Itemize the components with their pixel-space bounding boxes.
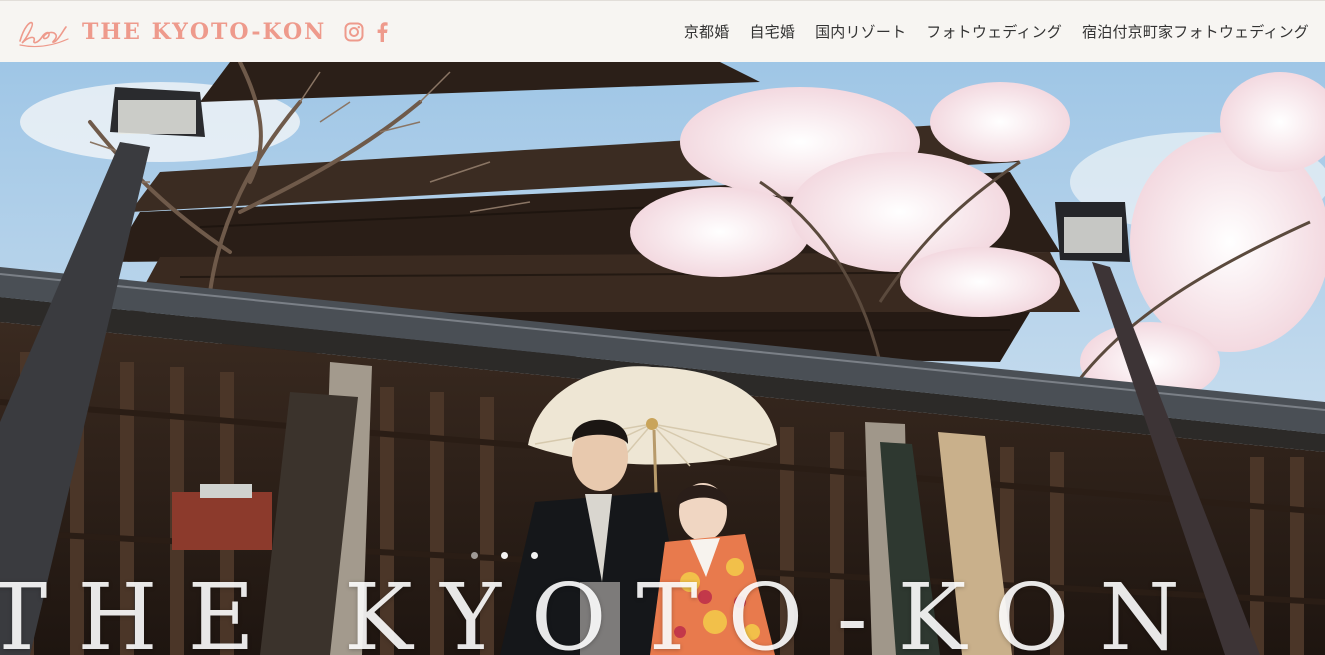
social-links <box>344 21 388 42</box>
slide-dot-2[interactable] <box>501 552 508 559</box>
facebook-link[interactable] <box>376 21 388 42</box>
nav-item-home-wedding[interactable]: 自宅婚 <box>749 21 795 42</box>
site-header: THE KYOTO-KON 京都婚 自宅婚 国内リゾート フォトウェディング 宿… <box>0 0 1325 62</box>
instagram-link[interactable] <box>344 22 364 42</box>
hero-slider: THE KYOTO-KON <box>0 62 1325 655</box>
slide-dot-3[interactable] <box>531 552 538 559</box>
hero-wordmark: THE KYOTO-KON <box>0 564 1210 655</box>
slide-dot-1[interactable] <box>471 552 478 559</box>
nav-item-machiya-stay-photo-wedding[interactable]: 宿泊付京町家フォトウェディング <box>1082 21 1309 42</box>
home-link[interactable]: THE KYOTO-KON <box>14 15 326 49</box>
nav-item-photo-wedding[interactable]: フォトウェディング <box>926 21 1062 42</box>
main-nav: 京都婚 自宅婚 国内リゾート フォトウェディング 宿泊付京町家フォトウェディング <box>684 21 1311 42</box>
brand-name: THE KYOTO-KON <box>82 18 327 45</box>
nav-item-domestic-resort[interactable]: 国内リゾート <box>815 21 906 42</box>
brand: THE KYOTO-KON <box>14 15 388 49</box>
nav-item-kyoto-wedding[interactable]: 京都婚 <box>684 21 730 42</box>
instagram-icon <box>344 22 364 41</box>
slide-pagination <box>471 552 538 559</box>
kyotokon-script-logo-icon <box>19 21 69 47</box>
facebook-icon <box>377 21 388 42</box>
